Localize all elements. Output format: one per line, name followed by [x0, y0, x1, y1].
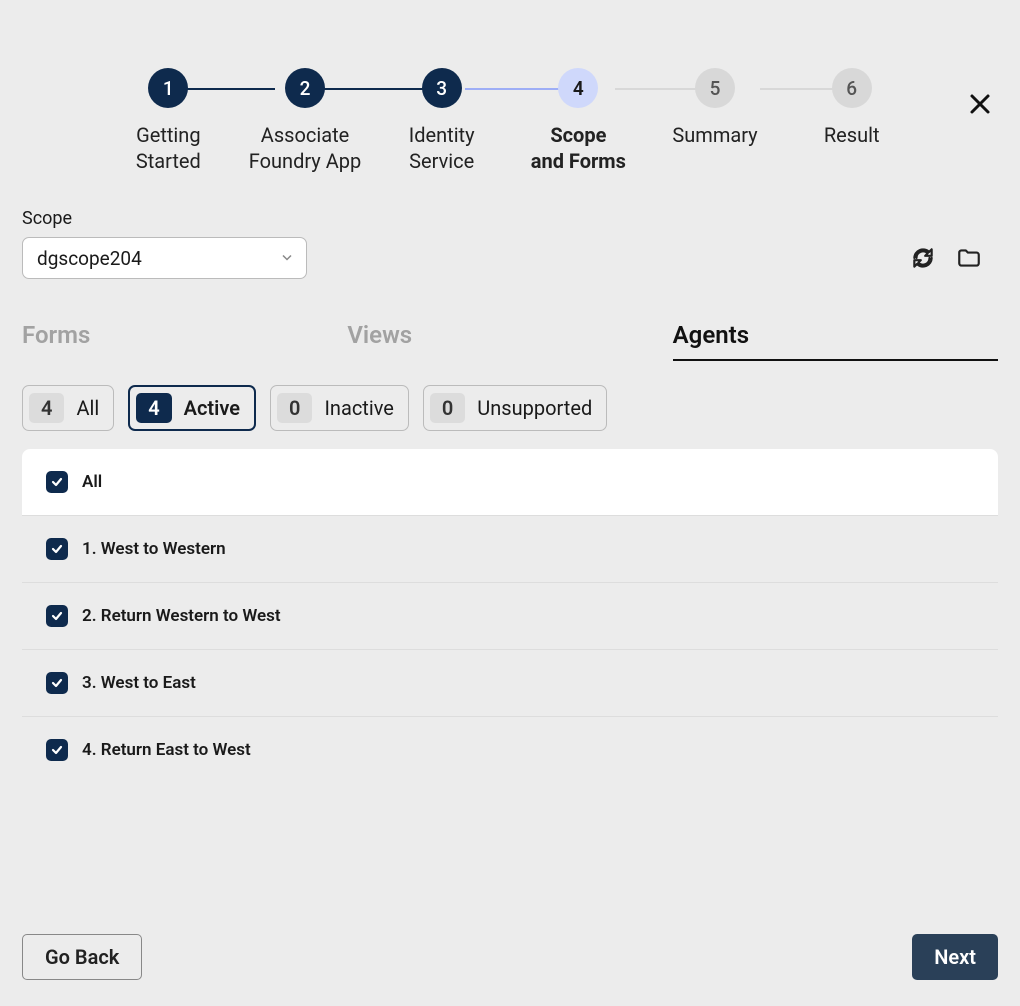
filter-all[interactable]: 4 All: [22, 385, 114, 431]
folder-button[interactable]: [956, 245, 982, 271]
step-label: Associate Foundry App: [249, 122, 362, 174]
list-item-label: 4. Return East to West: [82, 740, 251, 760]
agents-list: All 1. West to Western 2. Return Western…: [22, 449, 998, 783]
footer: Go Back Next: [22, 934, 998, 980]
list-item-label: 2. Return Western to West: [82, 606, 281, 626]
list-item-label: 1. West to Western: [82, 539, 226, 559]
step-6[interactable]: 6 Result: [783, 68, 920, 148]
filter-label: All: [76, 396, 99, 420]
tab-agents[interactable]: Agents: [673, 321, 998, 361]
go-back-button[interactable]: Go Back: [22, 934, 142, 980]
step-label: Getting Started: [136, 122, 201, 174]
filter-chips: 4 All 4 Active 0 Inactive 0 Unsupported: [22, 385, 998, 431]
check-icon: [50, 542, 64, 556]
scope-dropdown-value: dgscope204: [37, 247, 142, 270]
filter-unsupported[interactable]: 0 Unsupported: [423, 385, 607, 431]
list-item[interactable]: 3. West to East: [22, 649, 998, 716]
step-label: Result: [824, 122, 880, 148]
tab-forms[interactable]: Forms: [22, 321, 347, 361]
step-circle: 6: [832, 68, 872, 108]
filter-label: Active: [184, 396, 240, 420]
list-item[interactable]: 2. Return Western to West: [22, 582, 998, 649]
list-item-all[interactable]: All: [22, 449, 998, 515]
step-label: Summary: [672, 122, 757, 148]
checkbox[interactable]: [46, 538, 68, 560]
checkbox[interactable]: [46, 471, 68, 493]
list-item-label: All: [82, 472, 102, 492]
tab-views[interactable]: Views: [347, 321, 672, 361]
step-4[interactable]: 4 Scope and Forms: [510, 68, 647, 174]
filter-label: Inactive: [324, 396, 393, 420]
tabs: Forms Views Agents: [22, 321, 998, 361]
filter-active[interactable]: 4 Active: [128, 385, 256, 431]
step-circle: 2: [285, 68, 325, 108]
scope-row: dgscope204: [22, 237, 998, 279]
stepper: 1 Getting Started 2 Associate Foundry Ap…: [0, 68, 1020, 174]
check-icon: [50, 475, 64, 489]
filter-inactive[interactable]: 0 Inactive: [270, 385, 409, 431]
scope-section: Scope dgscope204: [22, 208, 998, 279]
refresh-icon: [910, 245, 936, 271]
filter-count: 4: [136, 393, 171, 423]
check-icon: [50, 676, 64, 690]
filter-label: Unsupported: [477, 396, 592, 420]
step-circle: 1: [148, 68, 188, 108]
step-2[interactable]: 2 Associate Foundry App: [237, 68, 374, 174]
refresh-button[interactable]: [910, 245, 936, 271]
step-circle: 4: [558, 68, 598, 108]
list-item[interactable]: 4. Return East to West: [22, 716, 998, 783]
next-button[interactable]: Next: [912, 934, 998, 980]
filter-count: 0: [277, 393, 312, 423]
scope-field-label: Scope: [22, 208, 998, 229]
scope-dropdown[interactable]: dgscope204: [22, 237, 307, 279]
scope-actions: [910, 245, 982, 271]
list-item-label: 3. West to East: [82, 673, 196, 693]
step-label: Scope and Forms: [531, 122, 626, 174]
step-3[interactable]: 3 Identity Service: [373, 68, 510, 174]
filter-count: 0: [430, 393, 465, 423]
checkbox[interactable]: [46, 739, 68, 761]
step-5[interactable]: 5 Summary: [647, 68, 784, 148]
step-circle: 5: [695, 68, 735, 108]
checkbox[interactable]: [46, 605, 68, 627]
filter-count: 4: [29, 393, 64, 423]
check-icon: [50, 609, 64, 623]
step-1[interactable]: 1 Getting Started: [100, 68, 237, 174]
folder-icon: [956, 245, 982, 271]
checkbox[interactable]: [46, 672, 68, 694]
step-label: Identity Service: [409, 122, 475, 174]
list-item[interactable]: 1. West to Western: [22, 515, 998, 582]
step-circle: 3: [422, 68, 462, 108]
step-connector: [310, 88, 430, 90]
check-icon: [50, 743, 64, 757]
chevron-down-icon: [280, 247, 294, 270]
